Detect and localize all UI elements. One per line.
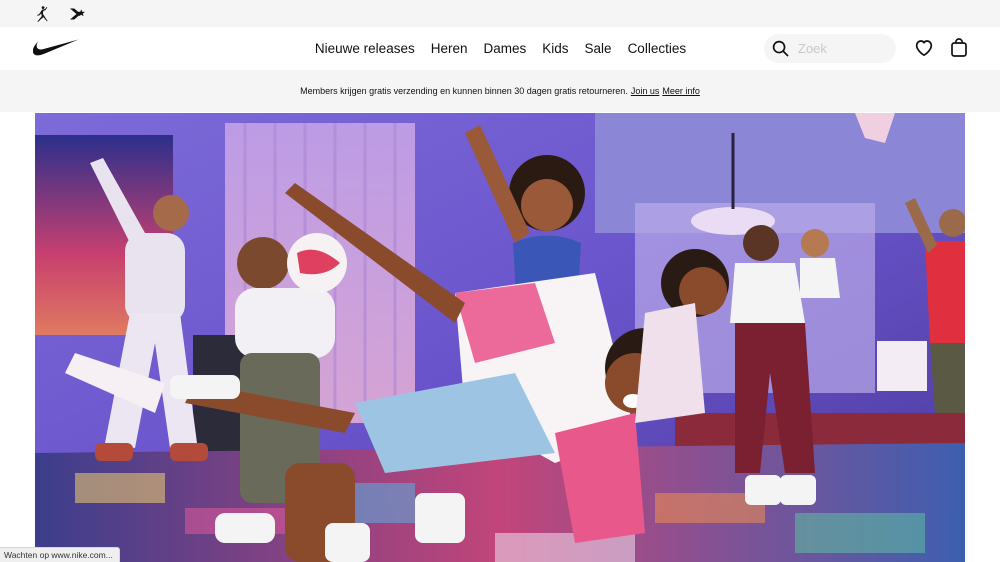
heart-icon[interactable]: [914, 38, 934, 58]
search-box[interactable]: [764, 34, 896, 63]
menu-item-kids[interactable]: Kids: [534, 27, 576, 70]
search-icon[interactable]: [772, 40, 789, 57]
join-us-link[interactable]: Join us: [631, 86, 660, 96]
promo-text: Members krijgen gratis verzending en kun…: [300, 86, 628, 96]
hero-image[interactable]: [35, 113, 965, 562]
nike-swoosh-logo[interactable]: [33, 38, 79, 58]
converse-star-chevron-icon[interactable]: [68, 4, 88, 24]
search-input[interactable]: [798, 34, 890, 63]
promo-banner: Members krijgen gratis verzending en kun…: [0, 70, 1000, 112]
menu-item-heren[interactable]: Heren: [423, 27, 476, 70]
more-info-link[interactable]: Meer info: [662, 86, 700, 96]
menu-item-dames[interactable]: Dames: [476, 27, 535, 70]
browser-status-bar: Wachten op www.nike.com...: [0, 547, 120, 562]
hero-photo-illustration: [35, 113, 965, 562]
menu-item-collecties[interactable]: Collecties: [620, 27, 695, 70]
main-navigation: Nieuwe releases Heren Dames Kids Sale Co…: [0, 27, 1000, 70]
bag-icon[interactable]: [949, 37, 969, 58]
menu-item-sale[interactable]: Sale: [577, 27, 620, 70]
menu-item-nieuwe-releases[interactable]: Nieuwe releases: [307, 27, 423, 70]
utility-bar: [0, 0, 1000, 27]
jordan-jumpman-icon[interactable]: [32, 4, 52, 24]
